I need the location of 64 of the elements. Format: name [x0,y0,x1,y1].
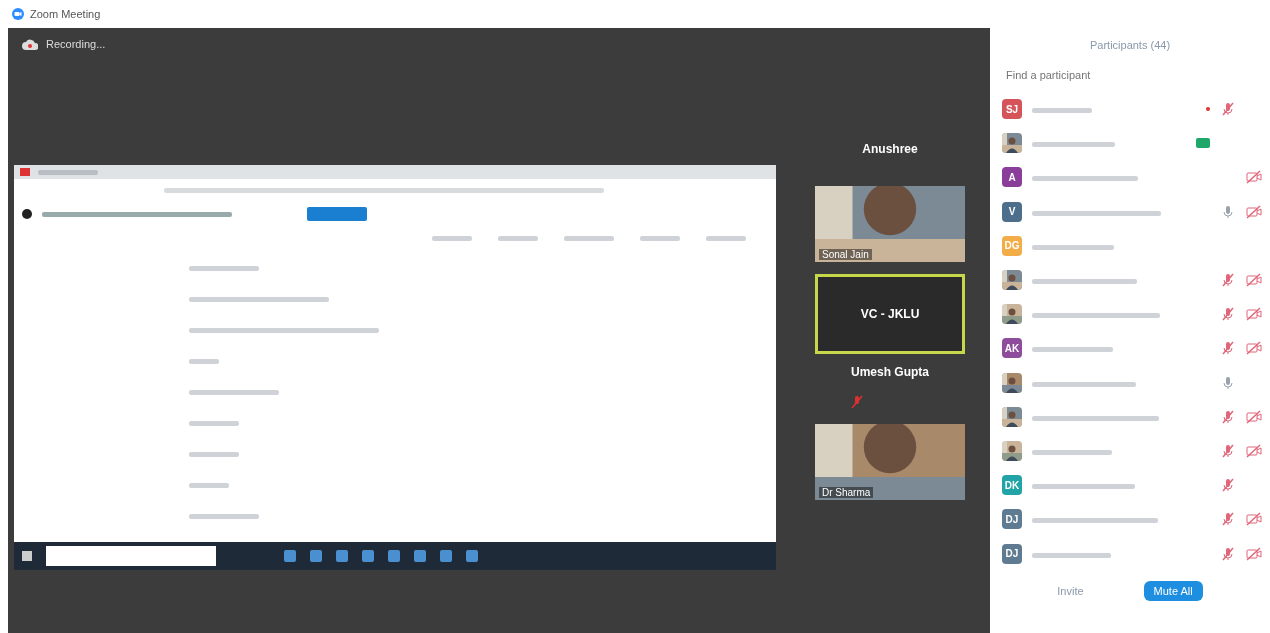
taskbar-app-icon[interactable] [388,550,400,562]
muted-mic-icon[interactable] [1220,546,1236,561]
illegible-text [706,235,746,241]
avatar: DK [1002,475,1022,496]
mic-icon[interactable] [1220,204,1236,219]
illegible-text [38,169,98,175]
invite-link[interactable]: Invite [1057,584,1084,597]
taskbar-app-icon[interactable] [362,550,374,562]
illegible-text [189,483,229,488]
avatar: DG [1002,235,1022,256]
muted-mic-icon[interactable] [1220,341,1236,356]
taskbar-app-icon[interactable] [310,550,322,562]
muted-mic-icon[interactable] [1220,102,1236,117]
participant-name: Anushree [862,142,918,156]
illegible-text [1032,108,1092,114]
video-off-icon[interactable] [1246,341,1262,356]
illegible-text [189,359,219,364]
video-off-icon[interactable] [1246,204,1262,219]
participant-name: Umesh Gupta [851,365,929,379]
cloud-recording-icon [22,38,38,50]
illegible-text [189,266,259,271]
avatar: SJ [1002,99,1022,120]
video-off-icon[interactable] [1246,443,1262,458]
illegible-text [189,421,239,426]
avatar: V [1002,201,1022,222]
muted-mic-icon[interactable] [1220,409,1236,424]
recording-status: Recording... [46,38,106,50]
participant-name: Sonal Jain [819,249,872,260]
illegible-text [498,235,538,241]
mic-icon[interactable] [1220,375,1236,390]
panel-title: Participants (44) [1089,39,1171,51]
video-tile: VC - JKLU [815,274,965,354]
video-off-icon[interactable] [1246,409,1262,424]
window-title: Zoom Meeting [30,8,101,20]
video-off-icon[interactable] [1246,273,1262,288]
muted-mic-icon[interactable] [1220,478,1236,493]
illegible-text [640,235,680,241]
muted-mic-icon[interactable] [1220,512,1236,527]
logo-icon [22,209,32,219]
illegible-text [189,514,259,519]
mute-all-button[interactable]: Mute All [1143,580,1203,601]
start-icon[interactable] [22,551,32,561]
search-field[interactable] [46,546,216,566]
taskbar-app-icon[interactable] [466,550,478,562]
muted-mic-icon[interactable] [1220,307,1236,322]
app-logo-icon [12,8,24,20]
video-off-icon[interactable] [1246,512,1262,527]
illegible-text [189,452,239,457]
video-off-icon[interactable] [1246,170,1262,185]
avatar: DJ [1002,543,1022,564]
video-off-icon[interactable] [1246,546,1262,561]
avatar: AK [1002,338,1022,359]
taskbar-app-icon[interactable] [284,550,296,562]
taskbar-app-icon[interactable] [440,550,452,562]
avatar: DJ [1002,509,1022,530]
taskbar-app-icon[interactable] [336,550,348,562]
taskbar-app-icon[interactable] [414,550,426,562]
avatar: A [1002,167,1022,188]
muted-mic-icon[interactable] [1220,273,1236,288]
illegible-text [564,235,614,241]
illegible-text [432,235,472,241]
muted-mic-icon[interactable] [1220,443,1236,458]
participant-name: Dr Sharma [819,487,874,498]
video-off-icon[interactable] [1246,307,1262,322]
